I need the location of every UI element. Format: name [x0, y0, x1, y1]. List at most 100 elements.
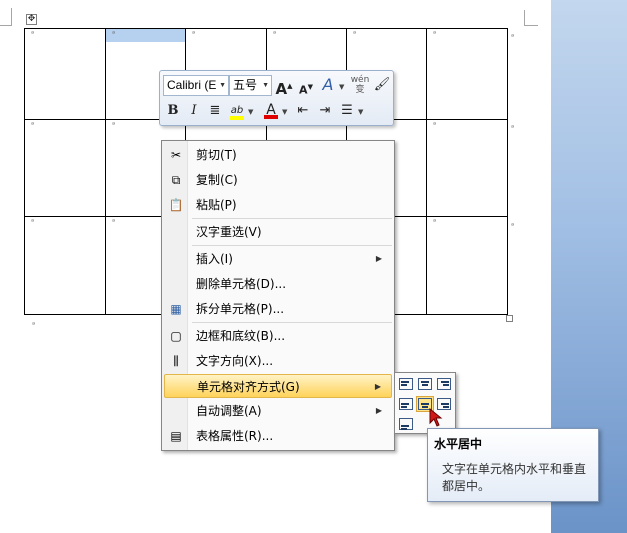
- page-corner-mark: [0, 8, 12, 26]
- menu-item-label: 复制(C): [196, 173, 238, 187]
- submenu-arrow-icon: ▶: [375, 406, 382, 415]
- menu-item-insert[interactable]: 插入(I) ▶: [164, 247, 392, 271]
- copy-icon: ⧉: [171, 173, 181, 187]
- grow-font-button[interactable]: A▲: [274, 76, 294, 98]
- tooltip: 水平居中 文字在单元格内水平和垂直都居中。: [427, 428, 599, 502]
- decrease-indent-icon: ⇤: [297, 103, 309, 118]
- bold-icon: B: [167, 103, 179, 118]
- cell-mark: ᵃ: [112, 120, 116, 129]
- chevron-down-icon[interactable]: ▼: [219, 76, 226, 95]
- chevron-down-icon[interactable]: ▼: [262, 76, 269, 95]
- submenu-arrow-icon: ▶: [375, 254, 382, 263]
- split-cells-icon: ▦: [170, 302, 182, 316]
- menu-item-label: 文字方向(X)...: [196, 354, 274, 368]
- cell-mark: ᵃ: [353, 29, 357, 38]
- cell-mark: ᵃ: [273, 29, 277, 38]
- table-cell[interactable]: ᵃ: [24, 28, 106, 120]
- italic-button[interactable]: I: [184, 101, 204, 121]
- format-painter-button[interactable]: 🖌: [372, 75, 392, 95]
- styles-icon: A: [322, 75, 334, 94]
- font-size-value: 五号: [233, 78, 258, 92]
- shrink-font-icon: A: [299, 83, 308, 97]
- menu-item-label: 粘贴(P): [196, 198, 237, 212]
- chevron-down-icon[interactable]: ▼: [339, 83, 344, 91]
- row-end-mark: ᵃ: [511, 221, 515, 230]
- borders-icon: ▢: [170, 329, 182, 343]
- mini-toolbar: Calibri (E ▼ 五号 ▼ A▲ A▼ A ▼ wén 变 🖌 B I …: [159, 70, 394, 126]
- menu-item-autofit[interactable]: 自动调整(A) ▶: [164, 399, 392, 423]
- menu-item-borders-shading[interactable]: ▢ 边框和底纹(B)...: [164, 324, 392, 348]
- shrink-font-button[interactable]: A▼: [296, 77, 316, 97]
- cell-mark: ᵃ: [192, 29, 196, 38]
- bold-button[interactable]: B: [163, 101, 183, 121]
- center-align-button[interactable]: ≣: [205, 101, 225, 121]
- text-direction-icon: ⫼: [173, 354, 179, 368]
- menu-item-label: 剪切(T): [196, 148, 237, 162]
- cell-alignment-submenu: [394, 372, 456, 434]
- decrease-indent-button[interactable]: ⇤: [293, 101, 313, 121]
- menu-item-split-cells[interactable]: ▦ 拆分单元格(P)...: [164, 297, 392, 321]
- cell-mark: ᵃ: [31, 29, 35, 38]
- font-color-button[interactable]: A: [261, 100, 281, 120]
- increase-indent-button[interactable]: ⇥: [315, 101, 335, 121]
- align-middle-left-button[interactable]: [397, 396, 415, 412]
- bullets-button[interactable]: ☰: [337, 101, 357, 121]
- menu-separator: [192, 245, 392, 246]
- menu-item-label: 删除单元格(D)...: [196, 277, 287, 291]
- bullet-list-icon: ☰: [341, 103, 353, 118]
- table-move-handle-icon[interactable]: ✥: [26, 14, 37, 25]
- chevron-down-icon[interactable]: ▼: [282, 108, 287, 116]
- menu-item-copy[interactable]: ⧉ 复制(C): [164, 168, 392, 192]
- align-bottom-left-button[interactable]: [397, 416, 415, 432]
- submenu-arrow-icon: ▶: [374, 382, 381, 391]
- menu-item-paste[interactable]: 📋 粘贴(P): [164, 193, 392, 217]
- page-corner-mark: [524, 10, 538, 26]
- cell-mark: ᵃ: [112, 29, 116, 38]
- tooltip-title: 水平居中: [434, 437, 483, 451]
- italic-icon: I: [191, 103, 197, 118]
- table-cell[interactable]: ᵃ: [426, 28, 508, 120]
- font-name-value: Calibri (E: [167, 78, 217, 92]
- grow-font-icon: A: [275, 80, 288, 98]
- font-size-combo[interactable]: 五号 ▼: [229, 75, 272, 96]
- chevron-down-icon[interactable]: ▼: [248, 108, 253, 116]
- phonetic-guide-button[interactable]: wén 变: [348, 75, 372, 95]
- menu-item-reconvert[interactable]: 汉字重选(V): [164, 220, 392, 244]
- table-cell[interactable]: ᵃ: [24, 216, 106, 315]
- table-cell[interactable]: ᵃ: [24, 119, 106, 217]
- row-end-mark: ᵃ: [511, 32, 515, 41]
- align-top-right-button[interactable]: [435, 376, 453, 392]
- align-top-left-button[interactable]: [397, 376, 415, 392]
- table-cell[interactable]: ᵃ: [426, 216, 508, 315]
- phonetic-guide-icon: wén 变: [350, 75, 370, 95]
- cell-mark: ᵃ: [433, 120, 437, 129]
- tooltip-body: 文字在单元格内水平和垂直都居中。: [442, 462, 587, 493]
- chevron-down-icon[interactable]: ▼: [358, 108, 363, 116]
- text-highlight-button[interactable]: ab: [227, 101, 247, 121]
- menu-item-table-properties[interactable]: ▤ 表格属性(R)...: [164, 424, 392, 448]
- menu-separator: [192, 218, 392, 219]
- menu-item-text-direction[interactable]: ⫼ 文字方向(X)...: [164, 349, 392, 373]
- row-end-mark: ᵃ: [511, 123, 515, 132]
- menu-item-cell-alignment[interactable]: 单元格对齐方式(G) ▶: [164, 374, 392, 398]
- font-name-combo[interactable]: Calibri (E ▼: [163, 75, 229, 96]
- menu-item-label: 单元格对齐方式(G): [197, 380, 300, 394]
- table-resize-handle[interactable]: [506, 315, 513, 322]
- menu-item-label: 拆分单元格(P)...: [196, 302, 285, 316]
- context-menu: ✂ 剪切(T) ⧉ 复制(C) 📋 粘贴(P) 汉字重选(V) 插入(I) ▶ …: [161, 140, 395, 451]
- menu-item-cut[interactable]: ✂ 剪切(T): [164, 143, 392, 167]
- styles-button[interactable]: A: [318, 75, 338, 95]
- menu-item-label: 边框和底纹(B)...: [196, 329, 286, 343]
- table-cell[interactable]: ᵃ: [426, 119, 508, 217]
- menu-item-delete-cells[interactable]: 删除单元格(D)...: [164, 272, 392, 296]
- align-center-icon: ≣: [209, 103, 221, 118]
- highlighter-icon: ab: [230, 105, 244, 116]
- align-top-center-button[interactable]: [416, 376, 434, 392]
- menu-item-label: 自动调整(A): [196, 404, 262, 418]
- menu-item-label: 表格属性(R)...: [196, 429, 274, 443]
- menu-separator: [192, 322, 392, 323]
- menu-item-label: 汉字重选(V): [196, 225, 262, 239]
- table-properties-icon: ▤: [170, 429, 182, 443]
- cell-mark: ᵃ: [433, 29, 437, 38]
- mouse-cursor-icon: [429, 408, 443, 427]
